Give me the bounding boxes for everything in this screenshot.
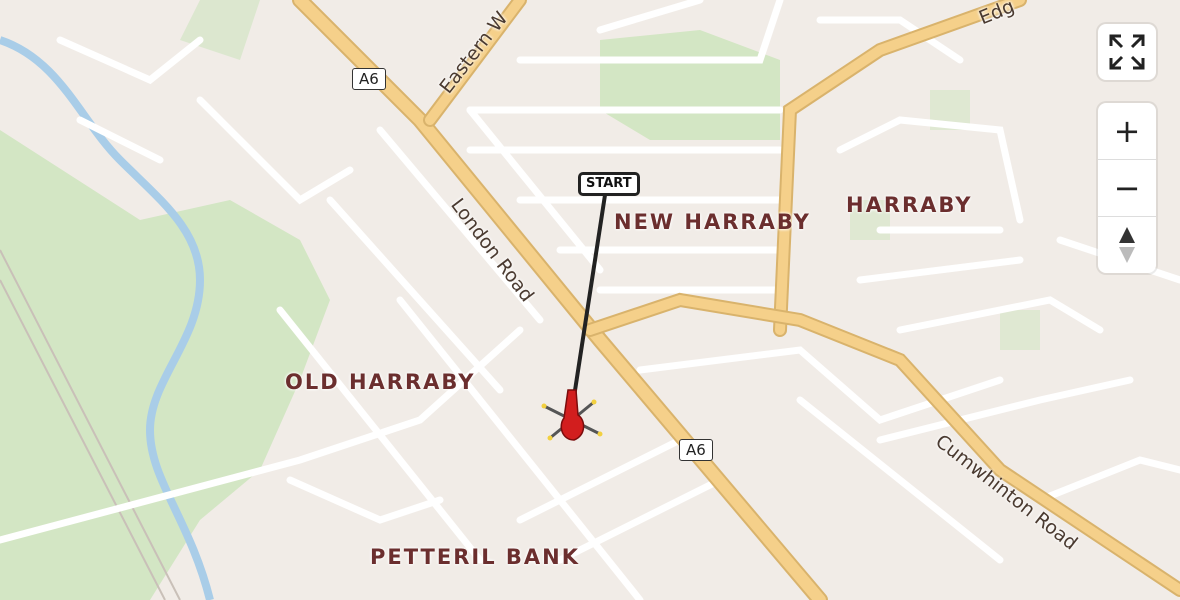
fullscreen-button[interactable] [1098, 24, 1156, 80]
zoom-controls: + − [1098, 103, 1156, 273]
fullscreen-icon [1109, 34, 1145, 70]
route-start-marker[interactable]: START [578, 172, 640, 196]
district-petteril-bank: PETTERIL BANK [370, 545, 580, 569]
zoom-out-button[interactable]: − [1098, 160, 1156, 217]
fullscreen-control[interactable] [1098, 24, 1156, 80]
map-canvas[interactable] [0, 0, 1180, 600]
compass-button[interactable] [1098, 217, 1156, 273]
road-shield-a6: A6 [352, 68, 386, 90]
district-harraby: HARRABY [846, 193, 973, 217]
north-arrow-icon [1119, 227, 1135, 263]
road-shield-a6: A6 [679, 439, 713, 461]
zoom-in-button[interactable]: + [1098, 103, 1156, 160]
district-old-harraby: OLD HARRABY [285, 370, 476, 394]
district-new-harraby: NEW HARRABY [614, 210, 811, 234]
